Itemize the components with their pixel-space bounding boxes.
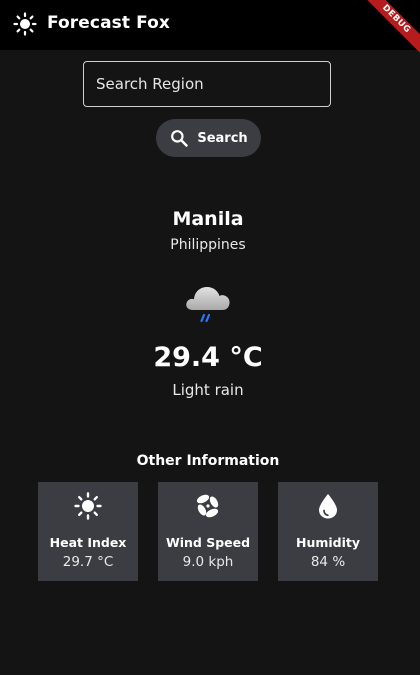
wind-speed-value: 9.0 kph bbox=[182, 554, 234, 570]
fan-icon bbox=[196, 494, 219, 518]
other-information-title: Other Information bbox=[136, 453, 280, 469]
heat-index-label: Heat Index bbox=[49, 535, 127, 550]
humidity-card: Humidity 84 % bbox=[278, 482, 378, 581]
search-icon bbox=[171, 130, 189, 147]
heat-index-card: Heat Index 29.7 °C bbox=[38, 482, 138, 581]
app-screen: Forecast Fox DEBUG Search Manila Philipp… bbox=[0, 0, 420, 675]
city-name: Manila bbox=[172, 208, 244, 230]
search-button[interactable]: Search bbox=[156, 119, 261, 157]
humidity-label: Humidity bbox=[295, 535, 361, 550]
humidity-value: 84 % bbox=[310, 554, 346, 570]
app-title: Forecast Fox bbox=[47, 13, 170, 33]
sun-icon bbox=[13, 12, 37, 36]
current-temperature: 29.4 °C bbox=[153, 342, 263, 373]
wind-speed-label: Wind Speed bbox=[165, 535, 251, 550]
search-region-field[interactable] bbox=[83, 61, 331, 107]
sun-icon bbox=[74, 492, 102, 520]
rain-cloud-icon bbox=[186, 287, 230, 323]
wind-speed-card: Wind Speed 9.0 kph bbox=[158, 482, 258, 581]
country-name: Philippines bbox=[170, 237, 246, 253]
water-drop-icon bbox=[319, 494, 337, 519]
heat-index-value: 29.7 °C bbox=[62, 554, 114, 570]
search-button-label: Search bbox=[197, 130, 248, 146]
search-input[interactable] bbox=[84, 62, 330, 106]
app-bar: Forecast Fox bbox=[0, 0, 420, 50]
weather-condition: Light rain bbox=[172, 381, 244, 399]
